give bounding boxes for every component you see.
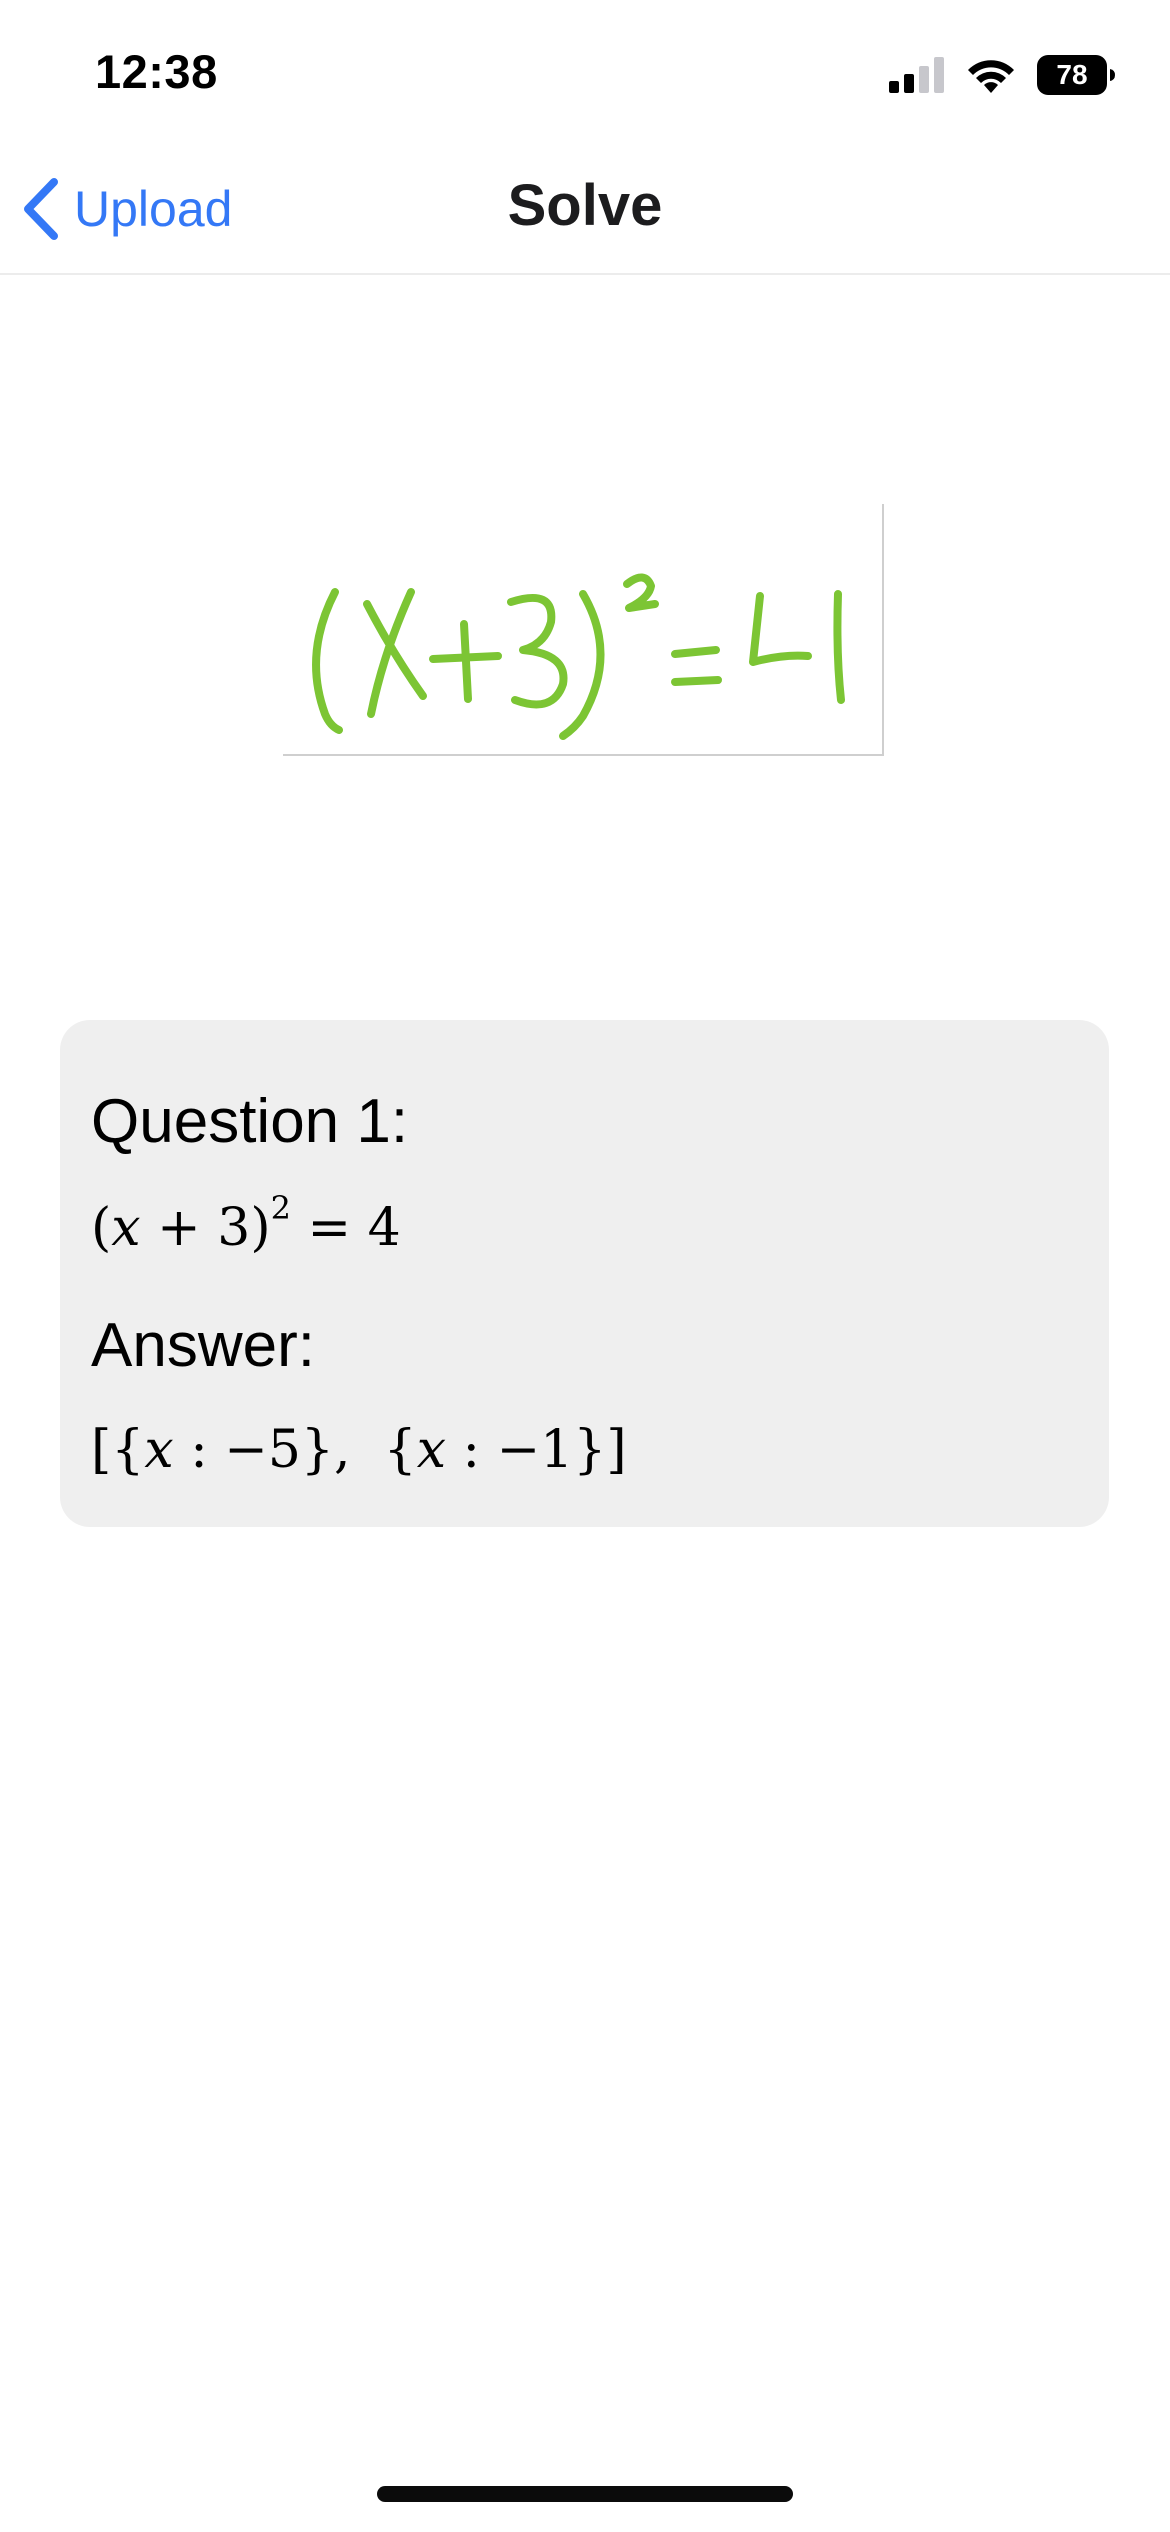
wifi-icon xyxy=(967,57,1015,93)
status-icons: 78 xyxy=(889,50,1115,100)
handwritten-equation-drawing xyxy=(312,573,845,740)
navigation-bar: Upload Solve xyxy=(0,150,1170,275)
signal-icon xyxy=(889,57,945,93)
page-title: Solve xyxy=(507,173,663,238)
battery-level: 78 xyxy=(1056,59,1088,90)
battery-icon: 78 xyxy=(1037,55,1115,95)
question-math: (x + 3)2 = 4 xyxy=(91,1189,401,1258)
result-card: Question 1: (x + 3)2 = 4 Answer: [{x : −… xyxy=(60,1020,1109,1527)
answer-math: [{x : −5}, {x : −1}] xyxy=(91,1420,627,1480)
answer-heading: Answer: xyxy=(91,1311,315,1380)
status-bar: 12:38 78 xyxy=(0,0,1170,150)
status-time: 12:38 xyxy=(95,45,218,98)
question-heading: Question 1: xyxy=(91,1087,409,1156)
handwritten-equation-image xyxy=(283,504,884,756)
home-indicator[interactable] xyxy=(377,2486,793,2502)
